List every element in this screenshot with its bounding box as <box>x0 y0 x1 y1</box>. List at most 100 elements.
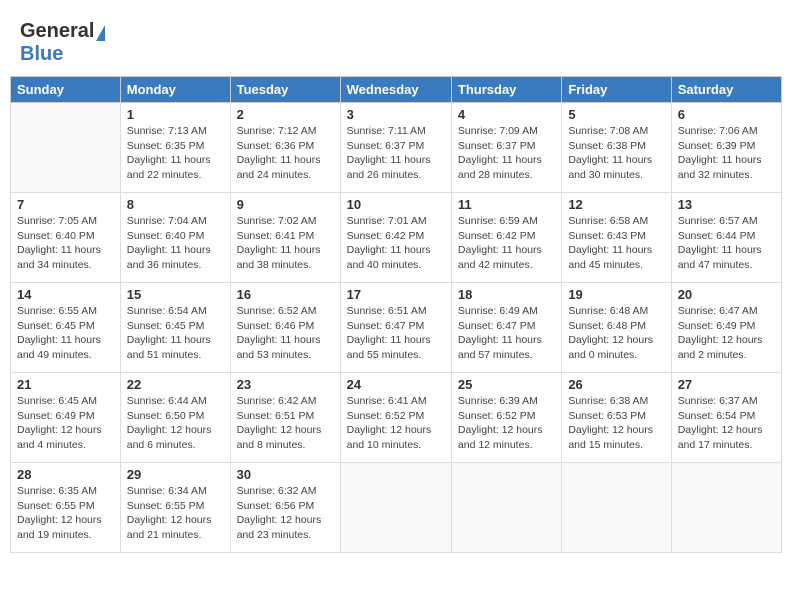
day-info: Sunrise: 7:09 AMSunset: 6:37 PMDaylight:… <box>458 124 555 183</box>
logo-general-text: General <box>20 20 94 42</box>
day-number: 22 <box>127 377 224 392</box>
day-number: 4 <box>458 107 555 122</box>
day-info: Sunrise: 6:49 AMSunset: 6:47 PMDaylight:… <box>458 304 555 363</box>
day-number: 13 <box>678 197 775 212</box>
day-info: Sunrise: 6:34 AMSunset: 6:55 PMDaylight:… <box>127 484 224 543</box>
calendar-day-cell: 15 Sunrise: 6:54 AMSunset: 6:45 PMDayligh… <box>120 283 230 373</box>
calendar-day-cell: 23 Sunrise: 6:42 AMSunset: 6:51 PMDayligh… <box>230 373 340 463</box>
day-number: 14 <box>17 287 114 302</box>
day-info: Sunrise: 6:48 AMSunset: 6:48 PMDaylight:… <box>568 304 664 363</box>
day-number: 16 <box>237 287 334 302</box>
calendar-day-cell <box>340 463 451 553</box>
calendar-day-cell: 5 Sunrise: 7:08 AMSunset: 6:38 PMDaylight… <box>562 103 671 193</box>
calendar-day-cell <box>671 463 781 553</box>
day-info: Sunrise: 6:32 AMSunset: 6:56 PMDaylight:… <box>237 484 334 543</box>
day-info: Sunrise: 7:02 AMSunset: 6:41 PMDaylight:… <box>237 214 334 273</box>
day-number: 21 <box>17 377 114 392</box>
header-friday: Friday <box>562 77 671 103</box>
calendar-day-cell: 25 Sunrise: 6:39 AMSunset: 6:52 PMDayligh… <box>451 373 561 463</box>
calendar-day-cell: 18 Sunrise: 6:49 AMSunset: 6:47 PMDayligh… <box>451 283 561 373</box>
day-info: Sunrise: 7:04 AMSunset: 6:40 PMDaylight:… <box>127 214 224 273</box>
day-number: 6 <box>678 107 775 122</box>
header-wednesday: Wednesday <box>340 77 451 103</box>
header-thursday: Thursday <box>451 77 561 103</box>
calendar-day-cell: 17Sunrise: 6:51 AMSunset: 6:47 PMDayligh… <box>340 283 451 373</box>
day-number: 23 <box>237 377 334 392</box>
calendar-day-cell: 6 Sunrise: 7:06 AMSunset: 6:39 PMDaylight… <box>671 103 781 193</box>
day-info: Sunrise: 6:55 AMSunset: 6:45 PMDaylight:… <box>17 304 114 363</box>
day-info: Sunrise: 7:13 AMSunset: 6:35 PMDaylight:… <box>127 124 224 183</box>
calendar-day-cell: 7 Sunrise: 7:05 AMSunset: 6:40 PMDaylight… <box>11 193 121 283</box>
calendar-day-cell: 9 Sunrise: 7:02 AMSunset: 6:41 PMDaylight… <box>230 193 340 283</box>
day-info: Sunrise: 6:38 AMSunset: 6:53 PMDaylight:… <box>568 394 664 453</box>
day-info: Sunrise: 6:58 AMSunset: 6:43 PMDaylight:… <box>568 214 664 273</box>
calendar-day-cell: 20 Sunrise: 6:47 AMSunset: 6:49 PMDayligh… <box>671 283 781 373</box>
calendar-week-row: 21 Sunrise: 6:45 AMSunset: 6:49 PMDayligh… <box>11 373 782 463</box>
calendar-day-cell: 29 Sunrise: 6:34 AMSunset: 6:55 PMDayligh… <box>120 463 230 553</box>
day-info: Sunrise: 6:35 AMSunset: 6:55 PMDaylight:… <box>17 484 114 543</box>
day-info: Sunrise: 7:01 AMSunset: 6:42 PMDaylight:… <box>347 214 445 273</box>
calendar-day-cell <box>11 103 121 193</box>
day-number: 17 <box>347 287 445 302</box>
day-info: Sunrise: 6:47 AMSunset: 6:49 PMDaylight:… <box>678 304 775 363</box>
calendar-day-cell: 11Sunrise: 6:59 AMSunset: 6:42 PMDayligh… <box>451 193 561 283</box>
day-number: 12 <box>568 197 664 212</box>
day-number: 20 <box>678 287 775 302</box>
day-number: 19 <box>568 287 664 302</box>
calendar-day-cell: 12 Sunrise: 6:58 AMSunset: 6:43 PMDayligh… <box>562 193 671 283</box>
logo: General Blue <box>20 20 105 66</box>
calendar-week-row: 7 Sunrise: 7:05 AMSunset: 6:40 PMDaylight… <box>11 193 782 283</box>
day-number: 7 <box>17 197 114 212</box>
calendar-day-cell: 21 Sunrise: 6:45 AMSunset: 6:49 PMDayligh… <box>11 373 121 463</box>
day-number: 26 <box>568 377 664 392</box>
calendar-day-cell: 22 Sunrise: 6:44 AMSunset: 6:50 PMDayligh… <box>120 373 230 463</box>
page-header: General Blue <box>10 10 782 71</box>
day-info: Sunrise: 6:39 AMSunset: 6:52 PMDaylight:… <box>458 394 555 453</box>
calendar-table: Sunday Monday Tuesday Wednesday Thursday… <box>10 76 782 553</box>
calendar-day-cell: 3 Sunrise: 7:11 AMSunset: 6:37 PMDaylight… <box>340 103 451 193</box>
day-number: 18 <box>458 287 555 302</box>
calendar-day-cell: 2 Sunrise: 7:12 AMSunset: 6:36 PMDaylight… <box>230 103 340 193</box>
day-number: 24 <box>347 377 445 392</box>
calendar-day-cell: 16 Sunrise: 6:52 AMSunset: 6:46 PMDayligh… <box>230 283 340 373</box>
day-info: Sunrise: 7:11 AMSunset: 6:37 PMDaylight:… <box>347 124 445 183</box>
day-info: Sunrise: 6:37 AMSunset: 6:54 PMDaylight:… <box>678 394 775 453</box>
day-number: 15 <box>127 287 224 302</box>
day-info: Sunrise: 7:06 AMSunset: 6:39 PMDaylight:… <box>678 124 775 183</box>
day-number: 3 <box>347 107 445 122</box>
calendar-week-row: 14 Sunrise: 6:55 AMSunset: 6:45 PMDayligh… <box>11 283 782 373</box>
calendar-day-cell <box>562 463 671 553</box>
day-info: Sunrise: 6:54 AMSunset: 6:45 PMDaylight:… <box>127 304 224 363</box>
header-monday: Monday <box>120 77 230 103</box>
calendar-day-cell: 28 Sunrise: 6:35 AMSunset: 6:55 PMDayligh… <box>11 463 121 553</box>
calendar-day-cell: 30 Sunrise: 6:32 AMSunset: 6:56 PMDayligh… <box>230 463 340 553</box>
day-info: Sunrise: 6:44 AMSunset: 6:50 PMDaylight:… <box>127 394 224 453</box>
calendar-day-cell <box>451 463 561 553</box>
day-number: 29 <box>127 467 224 482</box>
calendar-day-cell: 14 Sunrise: 6:55 AMSunset: 6:45 PMDayligh… <box>11 283 121 373</box>
header-tuesday: Tuesday <box>230 77 340 103</box>
day-info: Sunrise: 6:52 AMSunset: 6:46 PMDaylight:… <box>237 304 334 363</box>
day-number: 27 <box>678 377 775 392</box>
logo-blue-text: Blue <box>20 43 63 65</box>
day-number: 8 <box>127 197 224 212</box>
calendar-week-row: 28 Sunrise: 6:35 AMSunset: 6:55 PMDayligh… <box>11 463 782 553</box>
calendar-day-cell: 26 Sunrise: 6:38 AMSunset: 6:53 PMDayligh… <box>562 373 671 463</box>
day-info: Sunrise: 7:08 AMSunset: 6:38 PMDaylight:… <box>568 124 664 183</box>
day-number: 5 <box>568 107 664 122</box>
day-number: 25 <box>458 377 555 392</box>
day-info: Sunrise: 6:45 AMSunset: 6:49 PMDaylight:… <box>17 394 114 453</box>
header-sunday: Sunday <box>11 77 121 103</box>
day-number: 28 <box>17 467 114 482</box>
day-number: 1 <box>127 107 224 122</box>
day-info: Sunrise: 6:42 AMSunset: 6:51 PMDaylight:… <box>237 394 334 453</box>
day-info: Sunrise: 7:12 AMSunset: 6:36 PMDaylight:… <box>237 124 334 183</box>
day-number: 2 <box>237 107 334 122</box>
calendar-day-cell: 4 Sunrise: 7:09 AMSunset: 6:37 PMDaylight… <box>451 103 561 193</box>
day-number: 30 <box>237 467 334 482</box>
calendar-day-cell: 19 Sunrise: 6:48 AMSunset: 6:48 PMDayligh… <box>562 283 671 373</box>
day-number: 9 <box>237 197 334 212</box>
calendar-day-cell: 13Sunrise: 6:57 AMSunset: 6:44 PMDayligh… <box>671 193 781 283</box>
logo-arrow-icon <box>96 25 105 41</box>
day-info: Sunrise: 7:05 AMSunset: 6:40 PMDaylight:… <box>17 214 114 273</box>
